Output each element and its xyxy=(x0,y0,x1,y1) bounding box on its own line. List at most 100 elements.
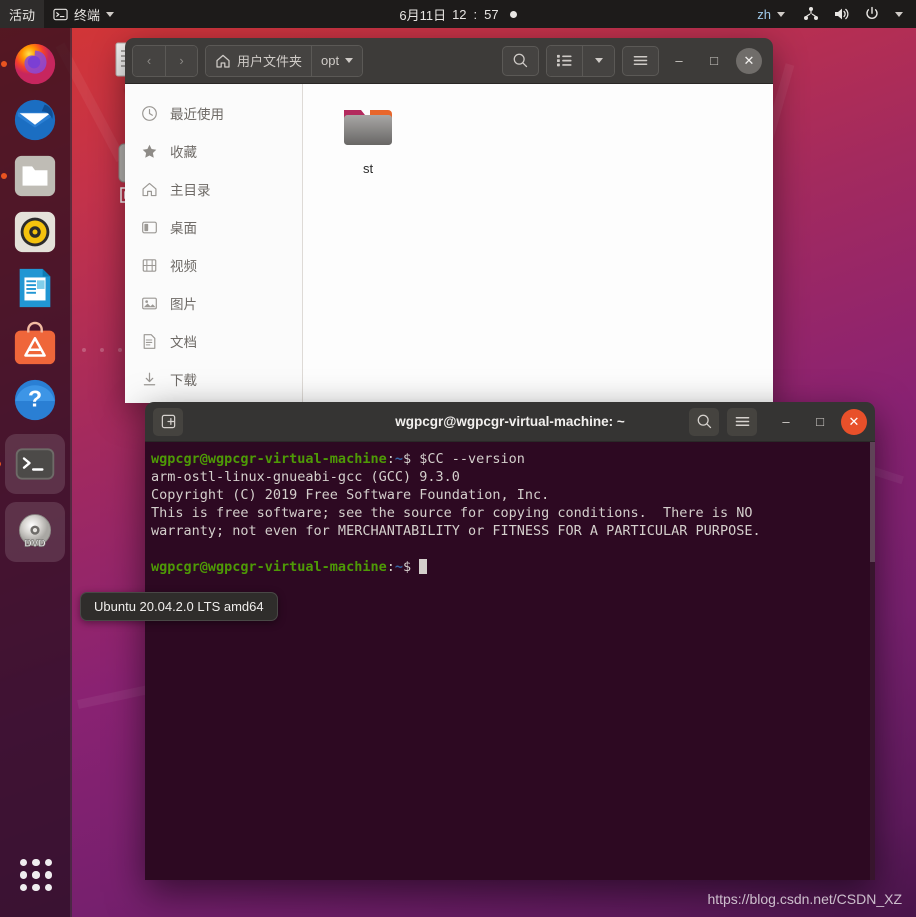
notification-dot-icon xyxy=(509,10,517,18)
terminal-maximize-button[interactable]: □ xyxy=(807,409,833,435)
dock-item-help[interactable]: ? xyxy=(11,376,59,424)
svg-text:?: ? xyxy=(28,386,42,412)
terminal-search-button[interactable] xyxy=(689,407,719,436)
chevron-down-icon xyxy=(895,11,903,17)
new-tab-icon xyxy=(161,414,175,429)
grid-dot xyxy=(32,871,40,879)
svg-text:DVD: DVD xyxy=(24,539,45,550)
sidebar-item-label: 下载 xyxy=(170,373,197,388)
activities-label: 活动 xyxy=(9,7,36,23)
rhythmbox-icon xyxy=(14,211,56,253)
scrollbar-thumb[interactable] xyxy=(870,442,875,562)
firefox-icon xyxy=(14,43,56,85)
sidebar-item-desktop[interactable]: 桌面 xyxy=(125,208,302,246)
volume-icon xyxy=(835,8,849,20)
home-icon xyxy=(142,182,157,196)
file-manager-sidebar: 最近使用 收藏 主目录 桌面 视频 图片 文档 下载 xyxy=(125,84,303,403)
top-bar: 活动 终端 6月11日 12 : 57 zh xyxy=(0,0,916,28)
terminal-minimize-button[interactable]: – xyxy=(773,409,799,435)
sidebar-item-pictures[interactable]: 图片 xyxy=(125,284,302,322)
breadcrumb-current[interactable]: opt xyxy=(311,45,363,76)
dock-item-firefox[interactable] xyxy=(11,40,59,88)
terminal-output-line: This is free software; see the source fo… xyxy=(151,505,753,521)
system-menu-button[interactable] xyxy=(794,0,912,28)
sidebar-item-downloads[interactable]: 下载 xyxy=(125,360,302,398)
back-button[interactable]: ‹ xyxy=(133,45,165,76)
terminal-header: wgpcgr@wgpcgr-virtual-machine: ~ – □ ✕ xyxy=(145,402,875,442)
terminal-icon xyxy=(53,8,68,20)
language-label: zh xyxy=(757,6,771,22)
view-options-dropdown[interactable] xyxy=(582,45,614,76)
sidebar-item-label: 收藏 xyxy=(170,145,197,160)
grid-dot xyxy=(44,883,52,891)
search-icon xyxy=(513,53,528,68)
sidebar-item-home[interactable]: 主目录 xyxy=(125,170,302,208)
show-applications-button[interactable] xyxy=(12,851,60,899)
app-menu-button[interactable]: 终端 xyxy=(44,0,123,28)
document-icon xyxy=(143,333,156,349)
app-menu-label: 终端 xyxy=(74,7,101,23)
help-icon: ? xyxy=(14,379,56,421)
desktop-icon xyxy=(142,221,157,233)
prompt-path: ~ xyxy=(394,451,403,467)
activities-button[interactable]: 活动 xyxy=(0,0,45,28)
close-button[interactable]: ✕ xyxy=(736,47,762,74)
terminal-command: $CC --version xyxy=(411,451,525,467)
grid-dot xyxy=(20,883,28,891)
terminal-command-line: wgpcgr@wgpcgr-virtual-machine:~$ $CC --v… xyxy=(149,450,875,468)
terminal-output-line: warranty; not even for MERCHANTABILITY o… xyxy=(151,523,761,539)
dock-item-ubuntu-software[interactable] xyxy=(11,320,59,368)
terminal-scrollbar[interactable] xyxy=(870,442,875,880)
dock: ? DVD xyxy=(0,28,72,917)
clock-separator: : xyxy=(473,6,478,22)
dock-item-files[interactable] xyxy=(11,152,59,200)
sidebar-item-recent[interactable]: 最近使用 xyxy=(125,94,302,132)
dock-item-libreoffice-writer[interactable] xyxy=(11,264,59,312)
sidebar-item-label: 图片 xyxy=(170,297,197,312)
prompt-dollar: $ xyxy=(402,559,412,575)
input-method-button[interactable]: zh xyxy=(748,0,794,28)
wallpaper-dot xyxy=(118,348,122,352)
top-bar-left: 活动 终端 xyxy=(0,0,123,28)
dvd-disc-icon: DVD xyxy=(18,514,52,550)
chevron-down-icon xyxy=(106,11,115,17)
file-item-label: st xyxy=(362,161,374,176)
clock-icon xyxy=(142,105,157,121)
search-button[interactable] xyxy=(502,45,539,76)
breadcrumb-home[interactable]: 用户文件夹 xyxy=(206,45,312,76)
new-tab-button[interactable] xyxy=(153,407,183,436)
clock-minute: 57 xyxy=(484,6,499,22)
libreoffice-writer-icon xyxy=(19,268,51,308)
terminal-cursor xyxy=(419,559,428,574)
terminal-output-line: arm-ostl-linux-gnueabi-gcc (GCC) 9.3.0 xyxy=(151,469,460,485)
list-view-button[interactable] xyxy=(547,45,582,76)
view-mode-group xyxy=(546,44,615,77)
file-manager-header: ‹ › 用户文件夹 opt – □ ✕ xyxy=(125,38,773,84)
dock-item-rhythmbox[interactable] xyxy=(11,208,59,256)
chevron-down-icon xyxy=(594,58,603,63)
list-view-icon xyxy=(557,54,572,67)
dock-item-thunderbird[interactable] xyxy=(11,96,59,144)
forward-button[interactable]: › xyxy=(165,45,197,76)
dock-item-ubuntu-iso[interactable]: DVD xyxy=(5,502,65,562)
terminal-menu-button[interactable] xyxy=(727,407,757,436)
home-icon xyxy=(216,54,230,68)
ubuntu-software-icon xyxy=(14,321,56,365)
network-icon xyxy=(804,7,818,20)
minimize-button[interactable]: – xyxy=(666,48,692,74)
breadcrumb: 用户文件夹 opt xyxy=(205,44,364,77)
sidebar-item-documents[interactable]: 文档 xyxy=(125,322,302,360)
terminal-body[interactable]: wgpcgr@wgpcgr-virtual-machine:~$ $CC --v… xyxy=(145,442,875,880)
terminal-header-right: – □ ✕ xyxy=(689,407,867,436)
maximize-button[interactable]: □ xyxy=(701,48,727,74)
clock-button[interactable]: 6月11日 12 : 57 xyxy=(390,0,525,28)
dock-item-terminal[interactable] xyxy=(5,434,65,494)
sidebar-item-starred[interactable]: 收藏 xyxy=(125,132,302,170)
clock-hour: 12 xyxy=(452,6,467,22)
sidebar-item-videos[interactable]: 视频 xyxy=(125,246,302,284)
file-item-folder[interactable]: st xyxy=(325,98,411,181)
terminal-close-button[interactable]: ✕ xyxy=(841,408,867,435)
main-menu-button[interactable] xyxy=(622,45,659,76)
prompt-user: wgpcgr@wgpcgr-virtual-machine xyxy=(151,559,387,575)
breadcrumb-current-label: opt xyxy=(321,53,340,68)
